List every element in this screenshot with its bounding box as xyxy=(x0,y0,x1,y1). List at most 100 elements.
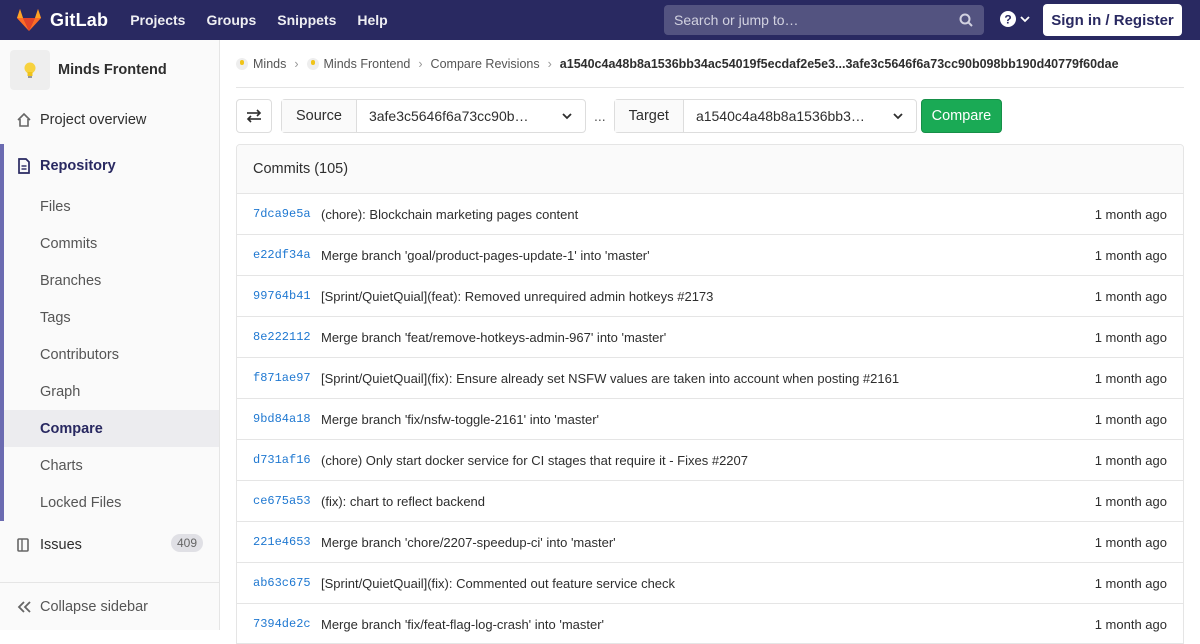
commit-message[interactable]: (fix): chart to reflect backend xyxy=(321,494,485,509)
table-row: f871ae97 [Sprint/QuietQuail](fix): Ensure… xyxy=(237,358,1183,399)
breadcrumb-separator-icon: › xyxy=(294,56,299,71)
commit-sha-link[interactable]: 7dca9e5a xyxy=(253,207,321,221)
commit-message[interactable]: Merge branch 'feat/remove-hotkeys-admin-… xyxy=(321,330,666,345)
commit-sha-link[interactable]: 221e4653 xyxy=(253,535,321,549)
source-selector: Source 3afe3c5646f6a73cc90b… xyxy=(281,99,586,133)
search-placeholder: Search or jump to… xyxy=(674,12,799,28)
commit-message[interactable]: [Sprint/QuietQuail](fix): Commented out … xyxy=(321,576,675,591)
commit-time: 1 month ago xyxy=(1094,370,1167,386)
breadcrumb-group[interactable]: Minds xyxy=(253,57,286,71)
commit-sha-link[interactable]: 99764b41 xyxy=(253,289,321,303)
commit-message[interactable]: Merge branch 'chore/2207-speedup-ci' int… xyxy=(321,535,616,550)
breadcrumb-section[interactable]: Compare Revisions xyxy=(431,57,540,71)
table-row: 221e4653 Merge branch 'chore/2207-speedup… xyxy=(237,522,1183,563)
commit-time: 1 month ago xyxy=(1094,247,1167,263)
commit-sha-link[interactable]: ab63c675 xyxy=(253,576,321,590)
breadcrumb-project[interactable]: Minds Frontend xyxy=(324,57,411,71)
commit-time: 1 month ago xyxy=(1094,411,1167,427)
top-navbar: GitLab Projects Groups Snippets Help Sea… xyxy=(0,0,1200,40)
search-icon xyxy=(959,13,973,27)
sidebar-item-contributors[interactable]: Contributors xyxy=(4,336,219,373)
sidebar-item-compare[interactable]: Compare xyxy=(4,410,219,447)
breadcrumb: Minds › Minds Frontend › Compare Revisio… xyxy=(236,40,1184,88)
commit-sha-link[interactable]: 7394de2c xyxy=(253,617,321,631)
compare-separator: ... xyxy=(593,108,606,124)
breadcrumb-group-avatar xyxy=(236,57,248,70)
commit-message[interactable]: Merge branch 'fix/nsfw-toggle-2161' into… xyxy=(321,412,599,427)
commit-sha-link[interactable]: f871ae97 xyxy=(253,371,321,385)
home-icon xyxy=(16,112,32,128)
commits-header: Commits (105) xyxy=(237,145,1183,194)
nav-groups[interactable]: Groups xyxy=(206,12,256,28)
commit-message[interactable]: [Sprint/QuietQuial](feat): Removed unreq… xyxy=(321,289,713,304)
sidebar-item-locked-files[interactable]: Locked Files xyxy=(4,484,219,521)
document-icon xyxy=(16,158,32,174)
table-row: d731af16 (chore) Only start docker servic… xyxy=(237,440,1183,481)
gitlab-logo-link[interactable]: GitLab xyxy=(16,0,108,40)
sidebar-item-commits[interactable]: Commits xyxy=(4,225,219,262)
issues-count-badge: 409 xyxy=(170,534,203,552)
commit-message[interactable]: (chore): Blockchain marketing pages cont… xyxy=(321,207,578,222)
table-row: 7dca9e5a (chore): Blockchain marketing pa… xyxy=(237,194,1183,235)
sign-in-button[interactable]: Sign in / Register xyxy=(1043,4,1182,36)
search-input[interactable]: Search or jump to… xyxy=(664,5,984,35)
source-label: Source xyxy=(282,100,357,132)
compare-button[interactable]: Compare xyxy=(920,99,1002,133)
breadcrumb-current[interactable]: a1540c4a48b8a1536bb34ac54019f5ecdaf2e5e3… xyxy=(560,57,1119,71)
nav-snippets[interactable]: Snippets xyxy=(277,12,336,28)
commit-time: 1 month ago xyxy=(1094,493,1167,509)
source-dropdown[interactable]: 3afe3c5646f6a73cc90b… xyxy=(357,100,585,132)
nav-projects[interactable]: Projects xyxy=(130,12,185,28)
sidebar-item-graph[interactable]: Graph xyxy=(4,373,219,410)
table-row: 7394de2c Merge branch 'fix/feat-flag-log-… xyxy=(237,604,1183,643)
table-row: 99764b41 [Sprint/QuietQuial](feat): Remov… xyxy=(237,276,1183,317)
commit-message[interactable]: (chore) Only start docker service for CI… xyxy=(321,453,748,468)
sidebar-item-files[interactable]: Files xyxy=(4,188,219,225)
commit-sha-link[interactable]: 9bd84a18 xyxy=(253,412,321,426)
gitlab-tanuki-icon xyxy=(17,9,41,31)
chevron-down-icon xyxy=(893,113,903,120)
commit-message[interactable]: Merge branch 'goal/product-pages-update-… xyxy=(321,248,650,263)
target-dropdown[interactable]: a1540c4a48b8a1536bb3… xyxy=(684,100,916,132)
commit-message[interactable]: Merge branch 'fix/feat-flag-log-crash' i… xyxy=(321,617,604,632)
target-selector: Target a1540c4a48b8a1536bb3… xyxy=(613,99,917,133)
target-value: a1540c4a48b8a1536bb3… xyxy=(695,108,865,124)
table-row: ce675a53 (fix): chart to reflect backend 1… xyxy=(237,481,1183,522)
issues-icon xyxy=(16,537,32,553)
commit-time: 1 month ago xyxy=(1094,452,1167,468)
commit-time: 1 month ago xyxy=(1094,288,1167,304)
sidebar-item-repository[interactable]: Repository xyxy=(4,144,219,188)
chevron-down-icon xyxy=(1020,16,1030,23)
commit-sha-link[interactable]: d731af16 xyxy=(253,453,321,467)
sidebar: Minds Frontend Project overview Reposito… xyxy=(0,40,220,630)
nav-help[interactable]: Help xyxy=(357,12,387,28)
sidebar-item-branches[interactable]: Branches xyxy=(4,262,219,299)
brand-name: GitLab xyxy=(50,9,109,30)
swap-revisions-button[interactable] xyxy=(236,99,272,133)
commit-sha-link[interactable]: ce675a53 xyxy=(253,494,321,508)
project-avatar xyxy=(10,50,50,90)
breadcrumb-project-avatar xyxy=(306,57,319,70)
commit-message[interactable]: [Sprint/QuietQuail](fix): Ensure already… xyxy=(321,371,899,386)
breadcrumb-separator-icon: › xyxy=(547,56,552,71)
sidebar-item-project-overview[interactable]: Project overview xyxy=(0,100,219,140)
sidebar-item-label: Repository xyxy=(40,158,116,174)
sidebar-item-tags[interactable]: Tags xyxy=(4,299,219,336)
sidebar-item-charts[interactable]: Charts xyxy=(4,447,219,484)
help-dropdown[interactable]: ? xyxy=(1000,11,1031,27)
collapse-sidebar-label: Collapse sidebar xyxy=(40,598,149,615)
commit-sha-link[interactable]: 8e222112 xyxy=(253,330,321,344)
table-row: 8e222112 Merge branch 'feat/remove-hotkey… xyxy=(237,317,1183,358)
sidebar-project-header[interactable]: Minds Frontend xyxy=(0,40,219,100)
breadcrumb-separator-icon: › xyxy=(418,56,423,71)
sidebar-item-issues[interactable]: Issues 409 xyxy=(0,523,219,567)
swap-arrows-icon xyxy=(246,109,262,123)
table-row: e22df34a Merge branch 'goal/product-pages… xyxy=(237,235,1183,276)
commit-sha-link[interactable]: e22df34a xyxy=(253,248,321,262)
double-chevron-left-icon xyxy=(17,600,31,613)
sidebar-repository-group: Repository Files Commits Branches Tags C… xyxy=(0,144,219,521)
sidebar-item-label: Issues xyxy=(40,537,82,553)
target-label: Target xyxy=(614,100,684,132)
sidebar-item-label: Project overview xyxy=(40,112,147,128)
collapse-sidebar-button[interactable]: Collapse sidebar xyxy=(0,582,219,630)
